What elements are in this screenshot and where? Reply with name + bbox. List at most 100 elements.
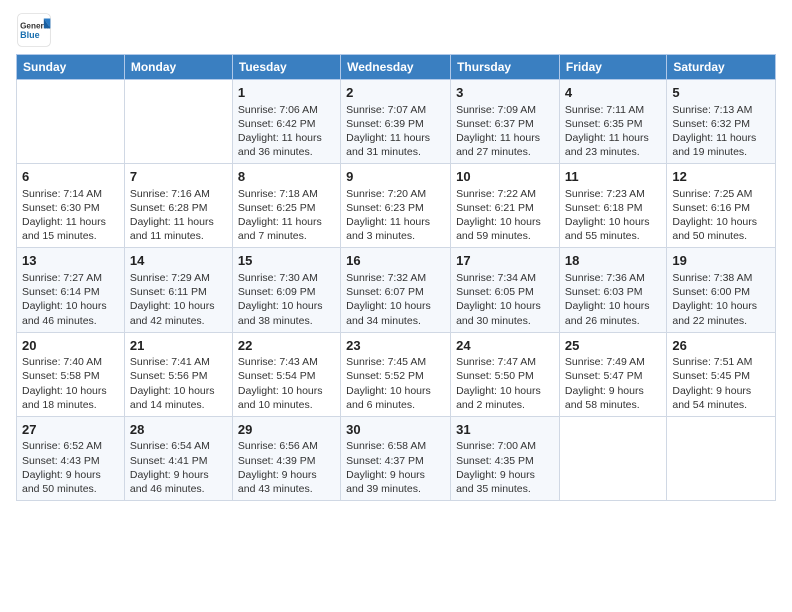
- calendar-cell: 12Sunrise: 7:25 AM Sunset: 6:16 PM Dayli…: [667, 164, 776, 248]
- day-number: 14: [130, 252, 227, 270]
- calendar-cell: 31Sunrise: 7:00 AM Sunset: 4:35 PM Dayli…: [451, 416, 560, 500]
- day-detail: Sunrise: 7:20 AM Sunset: 6:23 PM Dayligh…: [346, 187, 445, 244]
- day-detail: Sunrise: 7:51 AM Sunset: 5:45 PM Dayligh…: [672, 355, 770, 412]
- calendar-cell: [667, 416, 776, 500]
- day-number: 17: [456, 252, 554, 270]
- calendar-header-sunday: Sunday: [17, 55, 125, 80]
- header: General Blue: [16, 12, 776, 48]
- day-detail: Sunrise: 7:30 AM Sunset: 6:09 PM Dayligh…: [238, 271, 335, 328]
- calendar-header-thursday: Thursday: [451, 55, 560, 80]
- day-detail: Sunrise: 7:13 AM Sunset: 6:32 PM Dayligh…: [672, 103, 770, 160]
- day-detail: Sunrise: 7:43 AM Sunset: 5:54 PM Dayligh…: [238, 355, 335, 412]
- calendar-cell: 23Sunrise: 7:45 AM Sunset: 5:52 PM Dayli…: [341, 332, 451, 416]
- day-number: 10: [456, 168, 554, 186]
- day-number: 3: [456, 84, 554, 102]
- day-number: 24: [456, 337, 554, 355]
- day-detail: Sunrise: 7:40 AM Sunset: 5:58 PM Dayligh…: [22, 355, 119, 412]
- day-number: 6: [22, 168, 119, 186]
- logo-icon: General Blue: [16, 12, 52, 48]
- day-detail: Sunrise: 7:36 AM Sunset: 6:03 PM Dayligh…: [565, 271, 661, 328]
- calendar-cell: 21Sunrise: 7:41 AM Sunset: 5:56 PM Dayli…: [124, 332, 232, 416]
- day-detail: Sunrise: 7:11 AM Sunset: 6:35 PM Dayligh…: [565, 103, 661, 160]
- day-detail: Sunrise: 7:45 AM Sunset: 5:52 PM Dayligh…: [346, 355, 445, 412]
- calendar-cell: 3Sunrise: 7:09 AM Sunset: 6:37 PM Daylig…: [451, 80, 560, 164]
- calendar-cell: 15Sunrise: 7:30 AM Sunset: 6:09 PM Dayli…: [232, 248, 340, 332]
- calendar-cell: 6Sunrise: 7:14 AM Sunset: 6:30 PM Daylig…: [17, 164, 125, 248]
- calendar-cell: 17Sunrise: 7:34 AM Sunset: 6:05 PM Dayli…: [451, 248, 560, 332]
- calendar-cell: 25Sunrise: 7:49 AM Sunset: 5:47 PM Dayli…: [559, 332, 666, 416]
- calendar-cell: [559, 416, 666, 500]
- calendar-cell: 30Sunrise: 6:58 AM Sunset: 4:37 PM Dayli…: [341, 416, 451, 500]
- day-number: 23: [346, 337, 445, 355]
- day-number: 28: [130, 421, 227, 439]
- calendar-cell: 8Sunrise: 7:18 AM Sunset: 6:25 PM Daylig…: [232, 164, 340, 248]
- calendar-cell: 29Sunrise: 6:56 AM Sunset: 4:39 PM Dayli…: [232, 416, 340, 500]
- calendar-header-tuesday: Tuesday: [232, 55, 340, 80]
- day-number: 1: [238, 84, 335, 102]
- day-number: 12: [672, 168, 770, 186]
- day-number: 11: [565, 168, 661, 186]
- calendar-header-friday: Friday: [559, 55, 666, 80]
- day-detail: Sunrise: 7:07 AM Sunset: 6:39 PM Dayligh…: [346, 103, 445, 160]
- day-detail: Sunrise: 7:00 AM Sunset: 4:35 PM Dayligh…: [456, 439, 554, 496]
- day-detail: Sunrise: 7:16 AM Sunset: 6:28 PM Dayligh…: [130, 187, 227, 244]
- calendar-cell: 20Sunrise: 7:40 AM Sunset: 5:58 PM Dayli…: [17, 332, 125, 416]
- calendar-cell: 28Sunrise: 6:54 AM Sunset: 4:41 PM Dayli…: [124, 416, 232, 500]
- day-detail: Sunrise: 6:58 AM Sunset: 4:37 PM Dayligh…: [346, 439, 445, 496]
- day-number: 4: [565, 84, 661, 102]
- calendar-week-row: 6Sunrise: 7:14 AM Sunset: 6:30 PM Daylig…: [17, 164, 776, 248]
- calendar-cell: [17, 80, 125, 164]
- day-number: 19: [672, 252, 770, 270]
- day-detail: Sunrise: 7:23 AM Sunset: 6:18 PM Dayligh…: [565, 187, 661, 244]
- day-detail: Sunrise: 7:25 AM Sunset: 6:16 PM Dayligh…: [672, 187, 770, 244]
- day-number: 13: [22, 252, 119, 270]
- day-detail: Sunrise: 6:54 AM Sunset: 4:41 PM Dayligh…: [130, 439, 227, 496]
- day-number: 5: [672, 84, 770, 102]
- calendar-cell: 9Sunrise: 7:20 AM Sunset: 6:23 PM Daylig…: [341, 164, 451, 248]
- day-detail: Sunrise: 7:49 AM Sunset: 5:47 PM Dayligh…: [565, 355, 661, 412]
- calendar-cell: 26Sunrise: 7:51 AM Sunset: 5:45 PM Dayli…: [667, 332, 776, 416]
- calendar-week-row: 1Sunrise: 7:06 AM Sunset: 6:42 PM Daylig…: [17, 80, 776, 164]
- calendar-header-wednesday: Wednesday: [341, 55, 451, 80]
- calendar-cell: [124, 80, 232, 164]
- calendar-cell: 10Sunrise: 7:22 AM Sunset: 6:21 PM Dayli…: [451, 164, 560, 248]
- day-number: 18: [565, 252, 661, 270]
- calendar-cell: 4Sunrise: 7:11 AM Sunset: 6:35 PM Daylig…: [559, 80, 666, 164]
- day-detail: Sunrise: 7:41 AM Sunset: 5:56 PM Dayligh…: [130, 355, 227, 412]
- day-detail: Sunrise: 7:18 AM Sunset: 6:25 PM Dayligh…: [238, 187, 335, 244]
- day-detail: Sunrise: 7:27 AM Sunset: 6:14 PM Dayligh…: [22, 271, 119, 328]
- calendar-week-row: 13Sunrise: 7:27 AM Sunset: 6:14 PM Dayli…: [17, 248, 776, 332]
- day-number: 31: [456, 421, 554, 439]
- day-number: 29: [238, 421, 335, 439]
- day-number: 30: [346, 421, 445, 439]
- calendar-cell: 22Sunrise: 7:43 AM Sunset: 5:54 PM Dayli…: [232, 332, 340, 416]
- logo: General Blue: [16, 12, 56, 48]
- calendar-cell: 14Sunrise: 7:29 AM Sunset: 6:11 PM Dayli…: [124, 248, 232, 332]
- calendar-cell: 13Sunrise: 7:27 AM Sunset: 6:14 PM Dayli…: [17, 248, 125, 332]
- day-detail: Sunrise: 7:22 AM Sunset: 6:21 PM Dayligh…: [456, 187, 554, 244]
- calendar-cell: 27Sunrise: 6:52 AM Sunset: 4:43 PM Dayli…: [17, 416, 125, 500]
- day-detail: Sunrise: 7:09 AM Sunset: 6:37 PM Dayligh…: [456, 103, 554, 160]
- day-number: 22: [238, 337, 335, 355]
- calendar-week-row: 27Sunrise: 6:52 AM Sunset: 4:43 PM Dayli…: [17, 416, 776, 500]
- day-detail: Sunrise: 7:38 AM Sunset: 6:00 PM Dayligh…: [672, 271, 770, 328]
- day-number: 16: [346, 252, 445, 270]
- day-number: 15: [238, 252, 335, 270]
- day-detail: Sunrise: 7:47 AM Sunset: 5:50 PM Dayligh…: [456, 355, 554, 412]
- day-number: 8: [238, 168, 335, 186]
- calendar-cell: 18Sunrise: 7:36 AM Sunset: 6:03 PM Dayli…: [559, 248, 666, 332]
- calendar-cell: 24Sunrise: 7:47 AM Sunset: 5:50 PM Dayli…: [451, 332, 560, 416]
- day-number: 20: [22, 337, 119, 355]
- day-detail: Sunrise: 7:34 AM Sunset: 6:05 PM Dayligh…: [456, 271, 554, 328]
- day-detail: Sunrise: 7:29 AM Sunset: 6:11 PM Dayligh…: [130, 271, 227, 328]
- day-number: 25: [565, 337, 661, 355]
- day-detail: Sunrise: 6:56 AM Sunset: 4:39 PM Dayligh…: [238, 439, 335, 496]
- calendar-cell: 2Sunrise: 7:07 AM Sunset: 6:39 PM Daylig…: [341, 80, 451, 164]
- page: General Blue SundayMondayTuesdayWednesda…: [0, 0, 792, 612]
- calendar-cell: 19Sunrise: 7:38 AM Sunset: 6:00 PM Dayli…: [667, 248, 776, 332]
- calendar-cell: 16Sunrise: 7:32 AM Sunset: 6:07 PM Dayli…: [341, 248, 451, 332]
- day-detail: Sunrise: 7:06 AM Sunset: 6:42 PM Dayligh…: [238, 103, 335, 160]
- calendar-cell: 1Sunrise: 7:06 AM Sunset: 6:42 PM Daylig…: [232, 80, 340, 164]
- calendar-cell: 7Sunrise: 7:16 AM Sunset: 6:28 PM Daylig…: [124, 164, 232, 248]
- day-detail: Sunrise: 7:32 AM Sunset: 6:07 PM Dayligh…: [346, 271, 445, 328]
